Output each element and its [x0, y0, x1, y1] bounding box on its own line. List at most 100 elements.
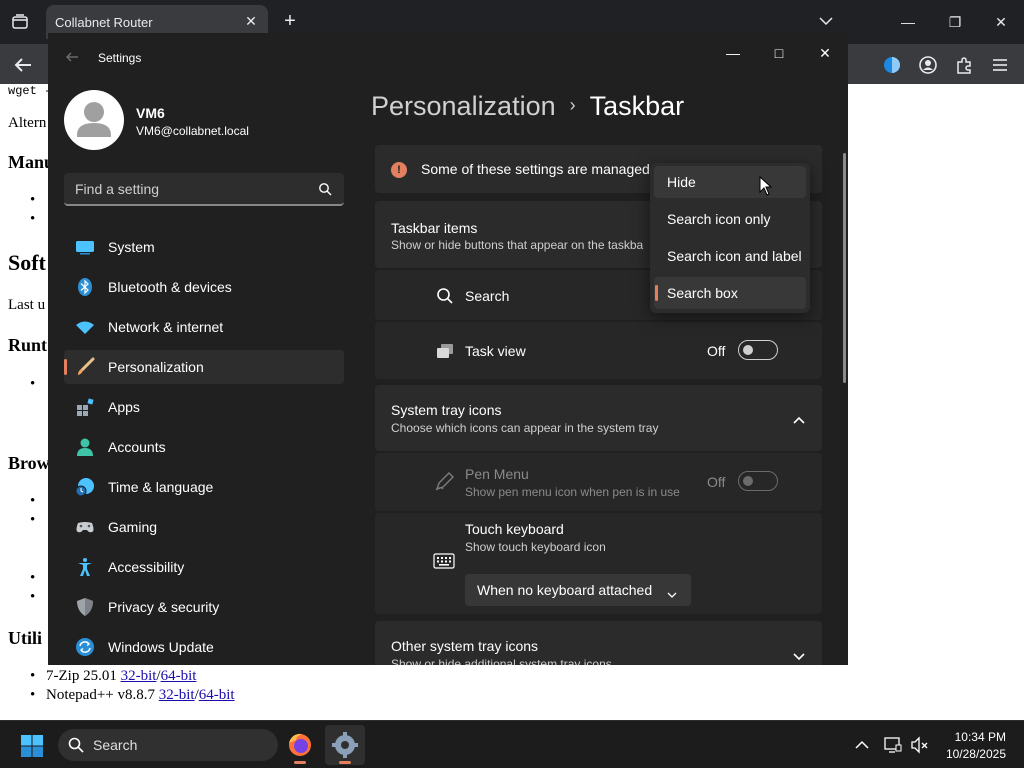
managed-notice-text: Some of these settings are managed	[421, 161, 650, 177]
touch-keyboard-subtitle: Show touch keyboard icon	[465, 540, 606, 554]
sidebar-item-bluetooth[interactable]: Bluetooth & devices	[64, 270, 344, 304]
taskbar-app-firefox[interactable]	[280, 725, 320, 765]
browser-minimize-button[interactable]: —	[893, 8, 923, 36]
sidebar-item-label: Windows Update	[108, 639, 214, 655]
avatar[interactable]	[64, 90, 124, 150]
sidebar-item-label: Accessibility	[108, 559, 185, 575]
chevron-up-icon[interactable]	[792, 412, 806, 424]
utility-name: Notepad++ v8.8.7	[46, 687, 159, 703]
update-icon	[75, 637, 95, 657]
breadcrumb: Personalization › Taskbar	[371, 91, 684, 122]
chevron-down-icon[interactable]	[817, 12, 835, 30]
settings-close-button[interactable]: ✕	[810, 39, 840, 67]
search-icon	[436, 287, 454, 305]
privacy-badger-icon[interactable]	[881, 54, 903, 76]
sidebar-item-network[interactable]: Network & internet	[64, 310, 344, 344]
other-tray-section[interactable]: Other system tray icons Show or hide add…	[375, 621, 822, 665]
active-indicator	[294, 761, 306, 764]
settings-minimize-button[interactable]: —	[718, 39, 748, 67]
browser-restore-button[interactable]: ❐	[940, 8, 970, 36]
network-display-icon[interactable]	[883, 735, 903, 755]
link-64-bit[interactable]: 64-bit	[161, 668, 197, 684]
toggle-knob	[743, 476, 753, 486]
breadcrumb-parent[interactable]: Personalization	[371, 91, 556, 121]
menu-item-label: Hide	[667, 174, 696, 190]
sidebar-item-label: Time & language	[108, 479, 214, 495]
menu-item-search-box[interactable]: Search box	[654, 277, 806, 309]
menu-item-hide[interactable]: Hide	[654, 166, 806, 198]
back-arrow-icon[interactable]	[64, 49, 80, 65]
task-view-label: Task view	[465, 343, 526, 359]
search-icon	[68, 737, 84, 753]
link-32-bit[interactable]: 32-bit	[159, 687, 195, 703]
search-input[interactable]	[75, 181, 305, 197]
sidebar-item-time-language[interactable]: Time & language	[64, 470, 344, 504]
sidebar-item-accounts[interactable]: Accounts	[64, 430, 344, 464]
pen-menu-toggle	[738, 471, 778, 491]
sidebar-item-system[interactable]: System	[64, 230, 344, 264]
pen-menu-state: Off	[707, 474, 726, 490]
taskbar-search-label: Search	[93, 737, 138, 753]
active-indicator	[339, 761, 351, 764]
chevron-down-icon[interactable]	[792, 649, 806, 661]
sidebar-item-accessibility[interactable]: Accessibility	[64, 550, 344, 584]
back-arrow-icon[interactable]	[12, 54, 34, 76]
sidebar-item-personalization[interactable]: Personalization	[64, 350, 344, 384]
clock-date[interactable]: 10/28/2025	[936, 747, 1006, 761]
task-view-state: Off	[707, 343, 726, 359]
utility-item-notepad: Notepad++ v8.8.7 32-bit/64-bit	[30, 687, 235, 704]
tab-actions-icon[interactable]	[8, 10, 32, 34]
sidebar-item-gaming[interactable]: Gaming	[64, 510, 344, 544]
section-subtitle: Choose which icons can appear in the sys…	[391, 421, 659, 435]
sidebar-item-privacy[interactable]: Privacy & security	[64, 590, 344, 624]
windows-taskbar: Search 10:34 PM 10/28/2025	[0, 720, 1024, 768]
section-title: System tray icons	[391, 402, 502, 418]
sidebar-item-apps[interactable]: Apps	[64, 390, 344, 424]
account-icon[interactable]	[917, 54, 939, 76]
extensions-icon[interactable]	[953, 54, 975, 76]
volume-muted-icon[interactable]	[909, 735, 929, 755]
sidebar-item-windows-update[interactable]: Windows Update	[64, 630, 344, 664]
system-tray-section[interactable]: System tray icons Choose which icons can…	[375, 385, 822, 451]
chevron-up-icon[interactable]	[852, 735, 872, 755]
pen-menu-title: Pen Menu	[465, 466, 529, 482]
find-setting-box[interactable]	[64, 173, 344, 206]
menu-item-search-icon-and-label[interactable]: Search icon and label	[654, 240, 806, 272]
link-32-bit[interactable]: 32-bit	[121, 668, 157, 684]
sidebar-item-label: Network & internet	[108, 319, 224, 335]
accounts-icon	[75, 437, 95, 457]
keyboard-icon	[433, 553, 455, 569]
scrollbar[interactable]	[843, 153, 846, 383]
link-64-bit[interactable]: 64-bit	[199, 687, 235, 703]
tab-close-icon[interactable]: ✕	[242, 12, 260, 30]
settings-title: Settings	[98, 51, 142, 65]
touch-keyboard-title: Touch keyboard	[465, 521, 564, 537]
clock-time[interactable]: 10:34 PM	[936, 730, 1006, 744]
touch-keyboard-dropdown[interactable]: When no keyboard attached	[465, 574, 691, 606]
sidebar-item-label: Privacy & security	[108, 599, 220, 615]
new-tab-button[interactable]: +	[280, 10, 300, 32]
sidebar-item-label: System	[108, 239, 155, 255]
browser-close-button[interactable]: ✕	[986, 8, 1016, 36]
profile-name: VM6	[136, 105, 165, 121]
globe-clock-icon	[75, 477, 95, 497]
firefox-icon	[289, 733, 311, 756]
wifi-icon	[75, 317, 95, 337]
task-view-setting-row: Task view Off	[375, 322, 822, 379]
settings-maximize-button[interactable]: □	[764, 39, 794, 67]
taskbar-search-box[interactable]: Search	[58, 729, 278, 761]
menu-icon[interactable]	[989, 54, 1011, 76]
settings-window: Settings — □ ✕ VM6 VM6@collabnet.local S…	[48, 33, 848, 665]
utility-name: 7-Zip 25.01	[46, 668, 121, 684]
sidebar-item-label: Apps	[108, 399, 140, 415]
windows-start-icon[interactable]	[20, 734, 44, 758]
search-icon[interactable]	[318, 182, 332, 196]
task-view-toggle[interactable]	[738, 340, 778, 360]
menu-item-search-icon-only[interactable]: Search icon only	[654, 203, 806, 235]
page-text-alternative: Altern	[8, 115, 47, 131]
menu-item-label: Search icon and label	[667, 248, 802, 264]
taskbar-app-settings[interactable]	[325, 725, 365, 765]
mouse-cursor-icon	[759, 175, 773, 196]
utility-item-7zip: 7-Zip 25.01 32-bit/64-bit	[30, 668, 197, 685]
sidebar-item-label: Gaming	[108, 519, 158, 535]
